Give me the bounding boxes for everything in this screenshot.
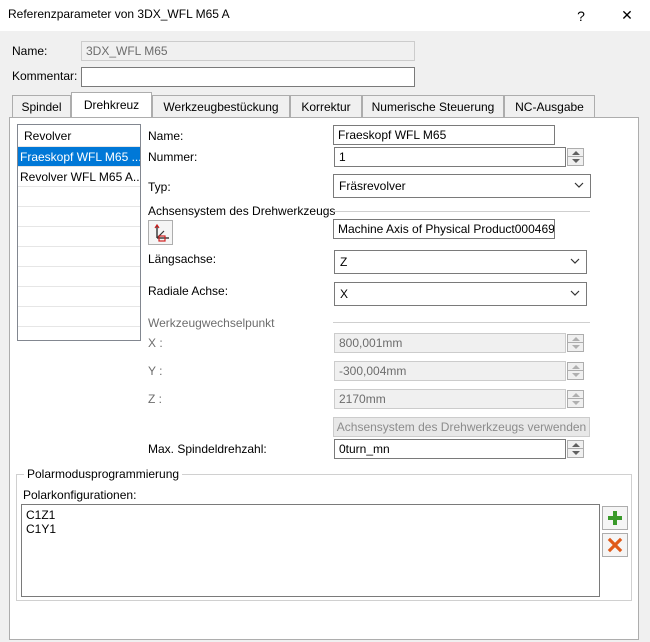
radiale-achse-value: X: [340, 287, 349, 301]
nummer-field[interactable]: 1: [334, 147, 566, 167]
spin-down-icon: [568, 399, 583, 407]
tab-nc-ausgabe[interactable]: NC-Ausgabe: [504, 95, 595, 117]
x-label: X :: [148, 336, 163, 350]
list-empty-row: [18, 307, 140, 327]
nummer-label: Nummer:: [148, 150, 198, 164]
z-label: Z :: [148, 392, 162, 406]
spin-up-icon[interactable]: [568, 149, 583, 157]
axis-system-button[interactable]: [148, 220, 173, 245]
list-item[interactable]: C1Y1: [26, 522, 595, 536]
wechselpunkt-section-label: Werkzeugwechselpunkt: [148, 316, 275, 330]
kommentar-label: Kommentar:: [12, 69, 78, 83]
max-spindeldrehzahl-label: Max. Spindeldrehzahl:: [148, 442, 267, 456]
typ-dropdown[interactable]: Fräsrevolver: [333, 174, 591, 198]
chevron-down-icon: [574, 182, 584, 188]
x-spinner: [567, 334, 584, 352]
max-spindeldrehzahl-field[interactable]: 0turn_mn: [334, 439, 566, 459]
polar-config-list[interactable]: C1Z1 C1Y1: [21, 504, 600, 597]
title-bar: Referenzparameter von 3DX_WFL M65 A ? ✕: [0, 0, 650, 31]
spin-down-icon: [568, 371, 583, 379]
revolver-list[interactable]: Revolver Fraeskopf WFL M65 ... Revolver …: [17, 124, 141, 341]
polar-config-label: Polarkonfigurationen:: [23, 488, 137, 502]
typ-label: Typ:: [148, 180, 171, 194]
form-name-label: Name:: [148, 129, 184, 143]
turret-name-field[interactable]: Fraeskopf WFL M65: [333, 125, 555, 145]
help-button[interactable]: ?: [558, 0, 604, 31]
spin-up-icon[interactable]: [568, 441, 583, 449]
spin-up-icon: [568, 391, 583, 399]
y-label: Y :: [148, 364, 163, 378]
y-field: -300,004mm: [334, 361, 566, 381]
x-field: 800,001mm: [334, 333, 566, 353]
name-field: 3DX_WFL M65: [81, 41, 415, 61]
list-empty-row: [18, 287, 140, 307]
list-empty-row: [18, 247, 140, 267]
y-spinner: [567, 362, 584, 380]
axis-system-field: Machine Axis of Physical Product0004692: [333, 219, 555, 239]
plus-icon: [608, 511, 622, 525]
tab-spindel[interactable]: Spindel: [12, 95, 71, 117]
typ-value: Fräsrevolver: [339, 179, 406, 193]
list-empty-row: [18, 187, 140, 207]
tab-werkzeugbestueckung[interactable]: Werkzeugbestückung: [152, 95, 290, 117]
spin-up-icon: [568, 335, 583, 343]
name-label: Name:: [12, 44, 48, 58]
laengsachse-dropdown[interactable]: Z: [334, 250, 587, 274]
section-divider: [333, 211, 590, 212]
nummer-spinner[interactable]: [567, 148, 584, 166]
help-icon: ?: [577, 7, 585, 24]
z-field: 2170mm: [334, 389, 566, 409]
kommentar-field[interactable]: [81, 67, 415, 87]
spin-down-icon[interactable]: [568, 449, 583, 457]
radiale-achse-label: Radiale Achse:: [148, 284, 229, 298]
use-axis-system-button: Achsensystem des Drehwerkzeugs verwenden: [333, 417, 590, 437]
remove-config-button[interactable]: [602, 533, 628, 557]
add-config-button[interactable]: [602, 506, 628, 530]
laengsachse-value: Z: [340, 255, 348, 269]
list-item[interactable]: C1Z1: [26, 508, 595, 522]
list-item[interactable]: Revolver WFL M65 A...: [18, 167, 140, 187]
z-spinner: [567, 390, 584, 408]
chevron-down-icon: [570, 258, 580, 264]
section-divider: [333, 322, 590, 323]
list-empty-row: [18, 267, 140, 287]
list-header: Revolver: [18, 125, 140, 147]
tab-numerische-steuerung[interactable]: Numerische Steuerung: [362, 95, 504, 117]
delete-x-icon: [607, 537, 623, 553]
max-spindeldrehzahl-spinner[interactable]: [567, 440, 584, 458]
tab-korrektur[interactable]: Korrektur: [290, 95, 362, 117]
close-button[interactable]: ✕: [604, 0, 650, 31]
laengsachse-label: Längsachse:: [148, 252, 217, 266]
chevron-down-icon: [570, 290, 580, 296]
spin-down-icon: [568, 343, 583, 351]
axis-system-icon: [154, 223, 169, 242]
polar-group-title: Polarmodusprogrammierung: [24, 467, 183, 481]
window-title: Referenzparameter von 3DX_WFL M65 A: [8, 7, 230, 21]
list-item[interactable]: Fraeskopf WFL M65 ...: [18, 147, 140, 167]
radiale-achse-dropdown[interactable]: X: [334, 282, 587, 306]
spin-down-icon[interactable]: [568, 157, 583, 165]
close-icon: ✕: [621, 7, 633, 23]
list-empty-row: [18, 207, 140, 227]
list-empty-row: [18, 227, 140, 247]
tab-drehkreuz[interactable]: Drehkreuz: [71, 92, 152, 117]
spin-up-icon: [568, 363, 583, 371]
achsensystem-section-label: Achsensystem des Drehwerkzeugs: [148, 204, 336, 218]
